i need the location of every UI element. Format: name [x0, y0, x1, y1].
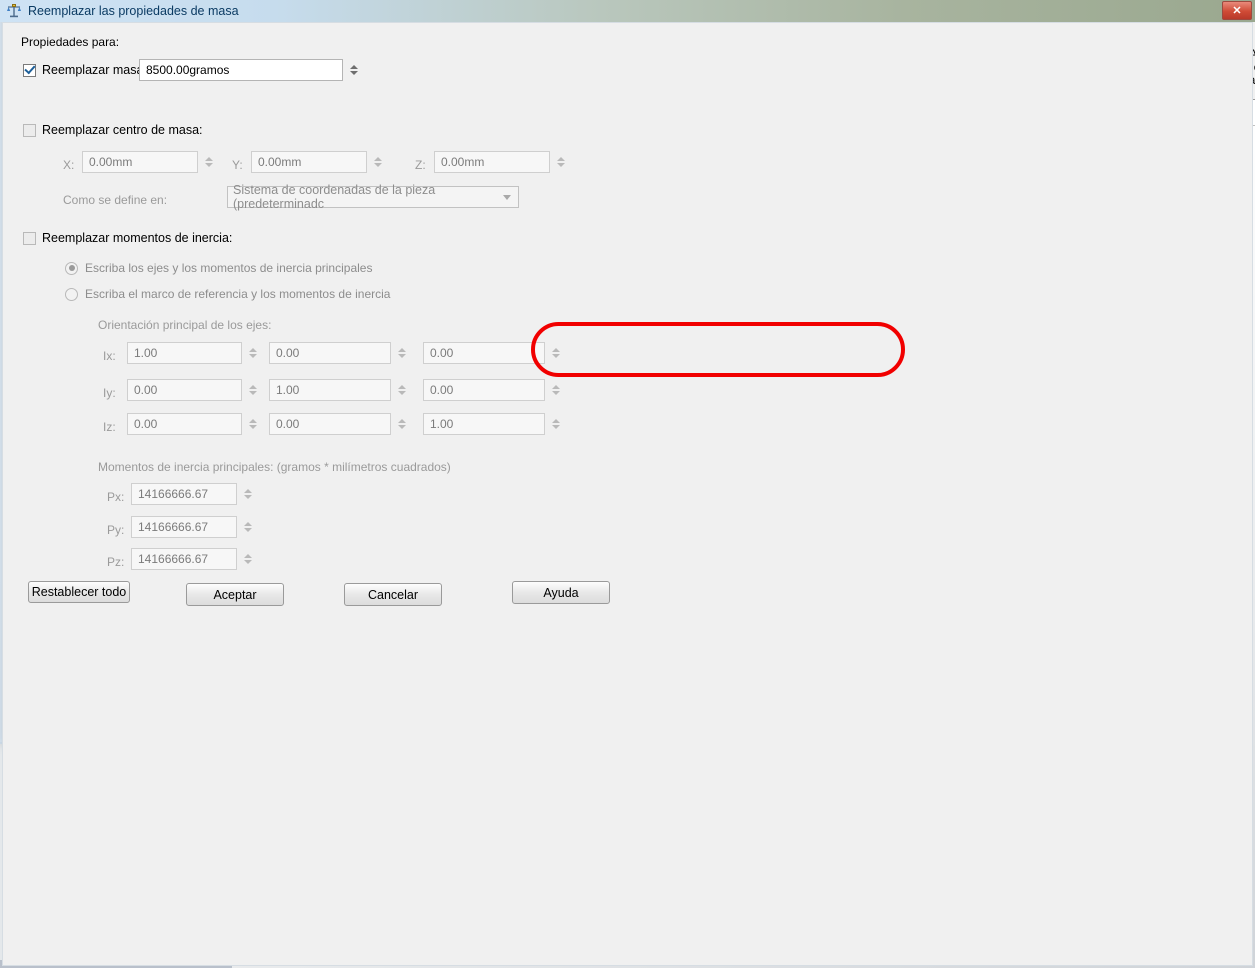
help-button[interactable]: Ayuda — [512, 581, 610, 604]
axis-ix-label: Ix: — [103, 349, 116, 363]
override-dialog-body: Propiedades para: Reemplazar masa: 8500.… — [2, 22, 1253, 966]
checkbox-box[interactable] — [23, 231, 36, 245]
com-z-spinner[interactable] — [555, 151, 566, 173]
axis-ix-spinner-3[interactable] — [550, 342, 561, 364]
radio-button[interactable] — [65, 287, 78, 301]
defined-in-combo[interactable]: Sistema de coordenadas de la pieza (pred… — [227, 183, 519, 211]
axis-ix-input-3[interactable]: 0.00 — [423, 342, 545, 364]
axis-iz-spinner-1[interactable] — [247, 413, 258, 435]
principal-py-input[interactable]: 14166666.67 — [131, 516, 237, 538]
com-y-input[interactable]: 0.00mm — [251, 151, 367, 173]
principal-pz-spinner[interactable] — [242, 548, 253, 570]
checkbox-label: Reemplazar momentos de inercia: — [42, 231, 233, 245]
checkbox-label: Reemplazar centro de masa: — [42, 123, 203, 137]
radio-reference-frame-moments[interactable]: Escriba el marco de referencia y los mom… — [65, 287, 390, 301]
axis-iz-input-3[interactable]: 1.00 — [423, 413, 545, 435]
axis-iy-input-2[interactable]: 1.00 — [269, 379, 391, 401]
input-value: 0.00 — [276, 346, 300, 360]
combo-value: Sistema de coordenadas de la pieza (pred… — [233, 183, 436, 211]
axis-iy-spinner-2[interactable] — [396, 379, 407, 401]
checkbox-box[interactable] — [23, 63, 36, 77]
axis-iz-input-1[interactable]: 0.00 — [127, 413, 242, 435]
axis-ix-spinner-1[interactable] — [247, 342, 258, 364]
chevron-down-icon[interactable] — [503, 195, 511, 200]
input-value: 1.00 — [430, 417, 454, 431]
axes-orientation-header: Orientación principal de los ejes: — [98, 318, 272, 332]
close-glyph: ✕ — [1232, 5, 1242, 17]
principal-px-spinner[interactable] — [242, 483, 253, 505]
input-value: 0.00 — [430, 346, 454, 360]
principal-py-label: Py: — [107, 523, 125, 537]
cancel-button[interactable]: Cancelar — [344, 583, 442, 606]
input-value: 0.00mm — [441, 155, 485, 169]
axis-iz-input-2[interactable]: 0.00 — [269, 413, 391, 435]
radio-label: Escriba el marco de referencia y los mom… — [85, 287, 391, 301]
close-icon[interactable]: ✕ — [1222, 1, 1252, 20]
axis-ix-spinner-2[interactable] — [396, 342, 407, 364]
input-value: 0.00mm — [258, 155, 302, 169]
checkbox-box[interactable] — [23, 123, 36, 137]
axis-iy-spinner-1[interactable] — [247, 379, 258, 401]
input-value: 14166666.67 — [138, 487, 209, 501]
dialog-title-bar[interactable]: Reemplazar las propiedades de masa ✕ — [0, 0, 1255, 22]
input-value: 14166666.67 — [138, 520, 209, 534]
override-mass-properties-dialog[interactable]: Reemplazar las propiedades de masa ✕ Pro… — [0, 0, 1255, 966]
mass-properties-balance-icon — [7, 4, 21, 18]
checkbox-override-moments-of-inertia[interactable]: Reemplazar momentos de inercia: — [23, 231, 232, 245]
principal-px-input[interactable]: 14166666.67 — [131, 483, 237, 505]
axis-iz-spinner-2[interactable] — [396, 413, 407, 435]
radio-label: Escriba los ejes y los momentos de inerc… — [85, 261, 373, 275]
com-z-input[interactable]: 0.00mm — [434, 151, 550, 173]
principal-pz-label: Pz: — [107, 555, 125, 569]
radio-principal-axes-moments[interactable]: Escriba los ejes y los momentos de inerc… — [65, 261, 372, 275]
spinner-up-icon[interactable] — [349, 65, 358, 69]
axis-iy-spinner-3[interactable] — [550, 379, 561, 401]
com-x-label: X: — [63, 158, 75, 172]
com-x-spinner[interactable] — [203, 151, 214, 173]
checkbox-override-mass[interactable]: Reemplazar masa: — [23, 63, 147, 77]
axis-iz-spinner-3[interactable] — [550, 413, 561, 435]
radio-button[interactable] — [65, 261, 78, 275]
checkbox-label: Reemplazar masa: — [42, 63, 147, 77]
input-value: 1.00 — [134, 346, 158, 360]
axis-iz-label: Iz: — [103, 420, 116, 434]
com-y-spinner[interactable] — [372, 151, 383, 173]
axis-iy-input-1[interactable]: 0.00 — [127, 379, 242, 401]
input-value: 8500.00gramos — [146, 63, 230, 77]
input-value: 0.00 — [276, 417, 300, 431]
input-value: 14166666.67 — [138, 552, 209, 566]
input-value: 1.00 — [276, 383, 300, 397]
principal-pz-input[interactable]: 14166666.67 — [131, 548, 237, 570]
principal-py-spinner[interactable] — [242, 516, 253, 538]
checkbox-override-center-of-mass[interactable]: Reemplazar centro de masa: — [23, 123, 203, 137]
input-value: 0.00 — [134, 383, 158, 397]
axis-ix-input-2[interactable]: 0.00 — [269, 342, 391, 364]
group-label-properties-for: Propiedades para: — [21, 35, 120, 49]
override-mass-input[interactable]: 8500.00gramos — [139, 59, 343, 81]
principal-moments-header: Momentos de inercia principales: (gramos… — [98, 460, 451, 474]
com-x-input[interactable]: 0.00mm — [82, 151, 198, 173]
spinner-down-icon[interactable] — [349, 71, 358, 75]
axis-iy-input-3[interactable]: 0.00 — [423, 379, 545, 401]
defined-in-label: Como se define en: — [63, 193, 168, 207]
accept-button[interactable]: Aceptar — [186, 583, 284, 606]
input-value: 0.00 — [134, 417, 158, 431]
axis-ix-input-1[interactable]: 1.00 — [127, 342, 242, 364]
input-value: 0.00 — [430, 383, 454, 397]
override-mass-spinner[interactable] — [348, 59, 359, 81]
dialog-title: Reemplazar las propiedades de masa — [28, 4, 239, 18]
axis-iy-label: Iy: — [103, 386, 116, 400]
principal-px-label: Px: — [107, 490, 125, 504]
com-z-label: Z: — [415, 158, 426, 172]
reset-all-button[interactable]: Restablecer todo — [28, 581, 130, 603]
com-y-label: Y: — [232, 158, 243, 172]
input-value: 0.00mm — [89, 155, 133, 169]
